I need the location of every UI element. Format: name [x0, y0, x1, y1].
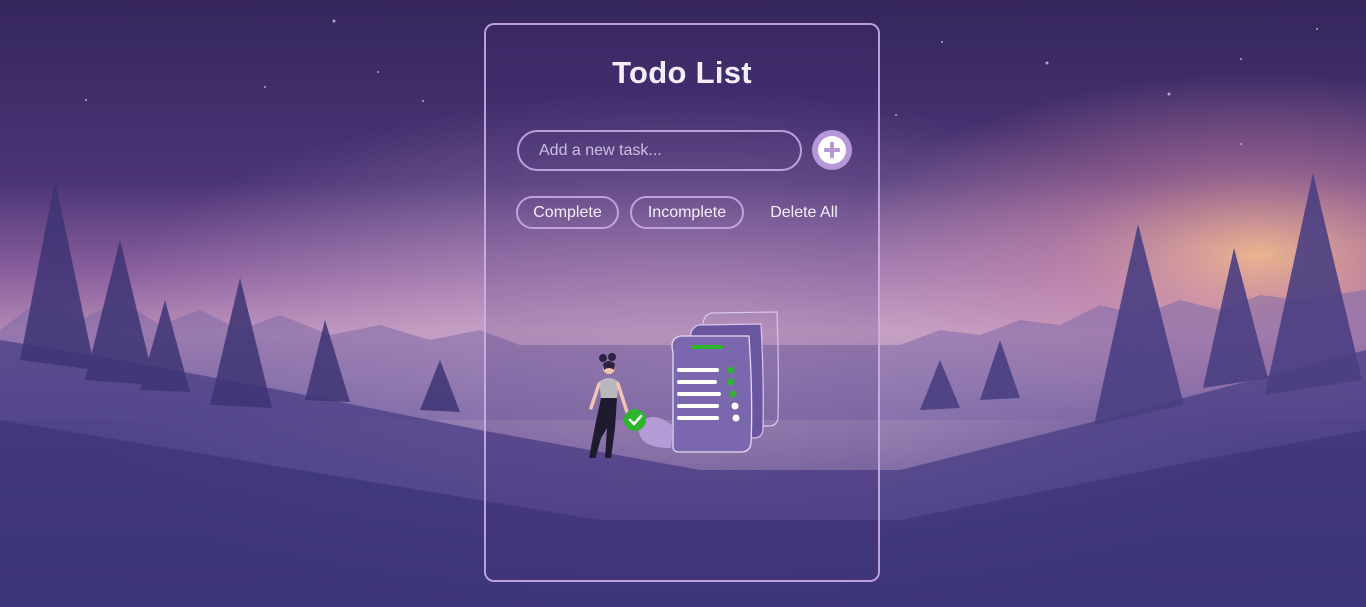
new-task-input[interactable] [517, 130, 802, 171]
page-title: Todo List [612, 55, 752, 90]
add-task-button[interactable] [812, 130, 852, 170]
woman-figure [589, 353, 646, 458]
empty-state-illustration [589, 311, 779, 458]
complete-filter-label: Complete [533, 203, 602, 221]
plus-icon [824, 142, 840, 158]
incomplete-filter-label: Incomplete [647, 203, 727, 221]
delete-all-label: Delete All [770, 203, 838, 221]
todo-card: Todo List Complete Incomplete Delete All [484, 23, 880, 582]
incomplete-filter-button[interactable]: Incomplete [630, 196, 744, 229]
delete-all-button[interactable]: Delete All [756, 196, 852, 229]
complete-filter-button[interactable]: Complete [516, 196, 619, 229]
